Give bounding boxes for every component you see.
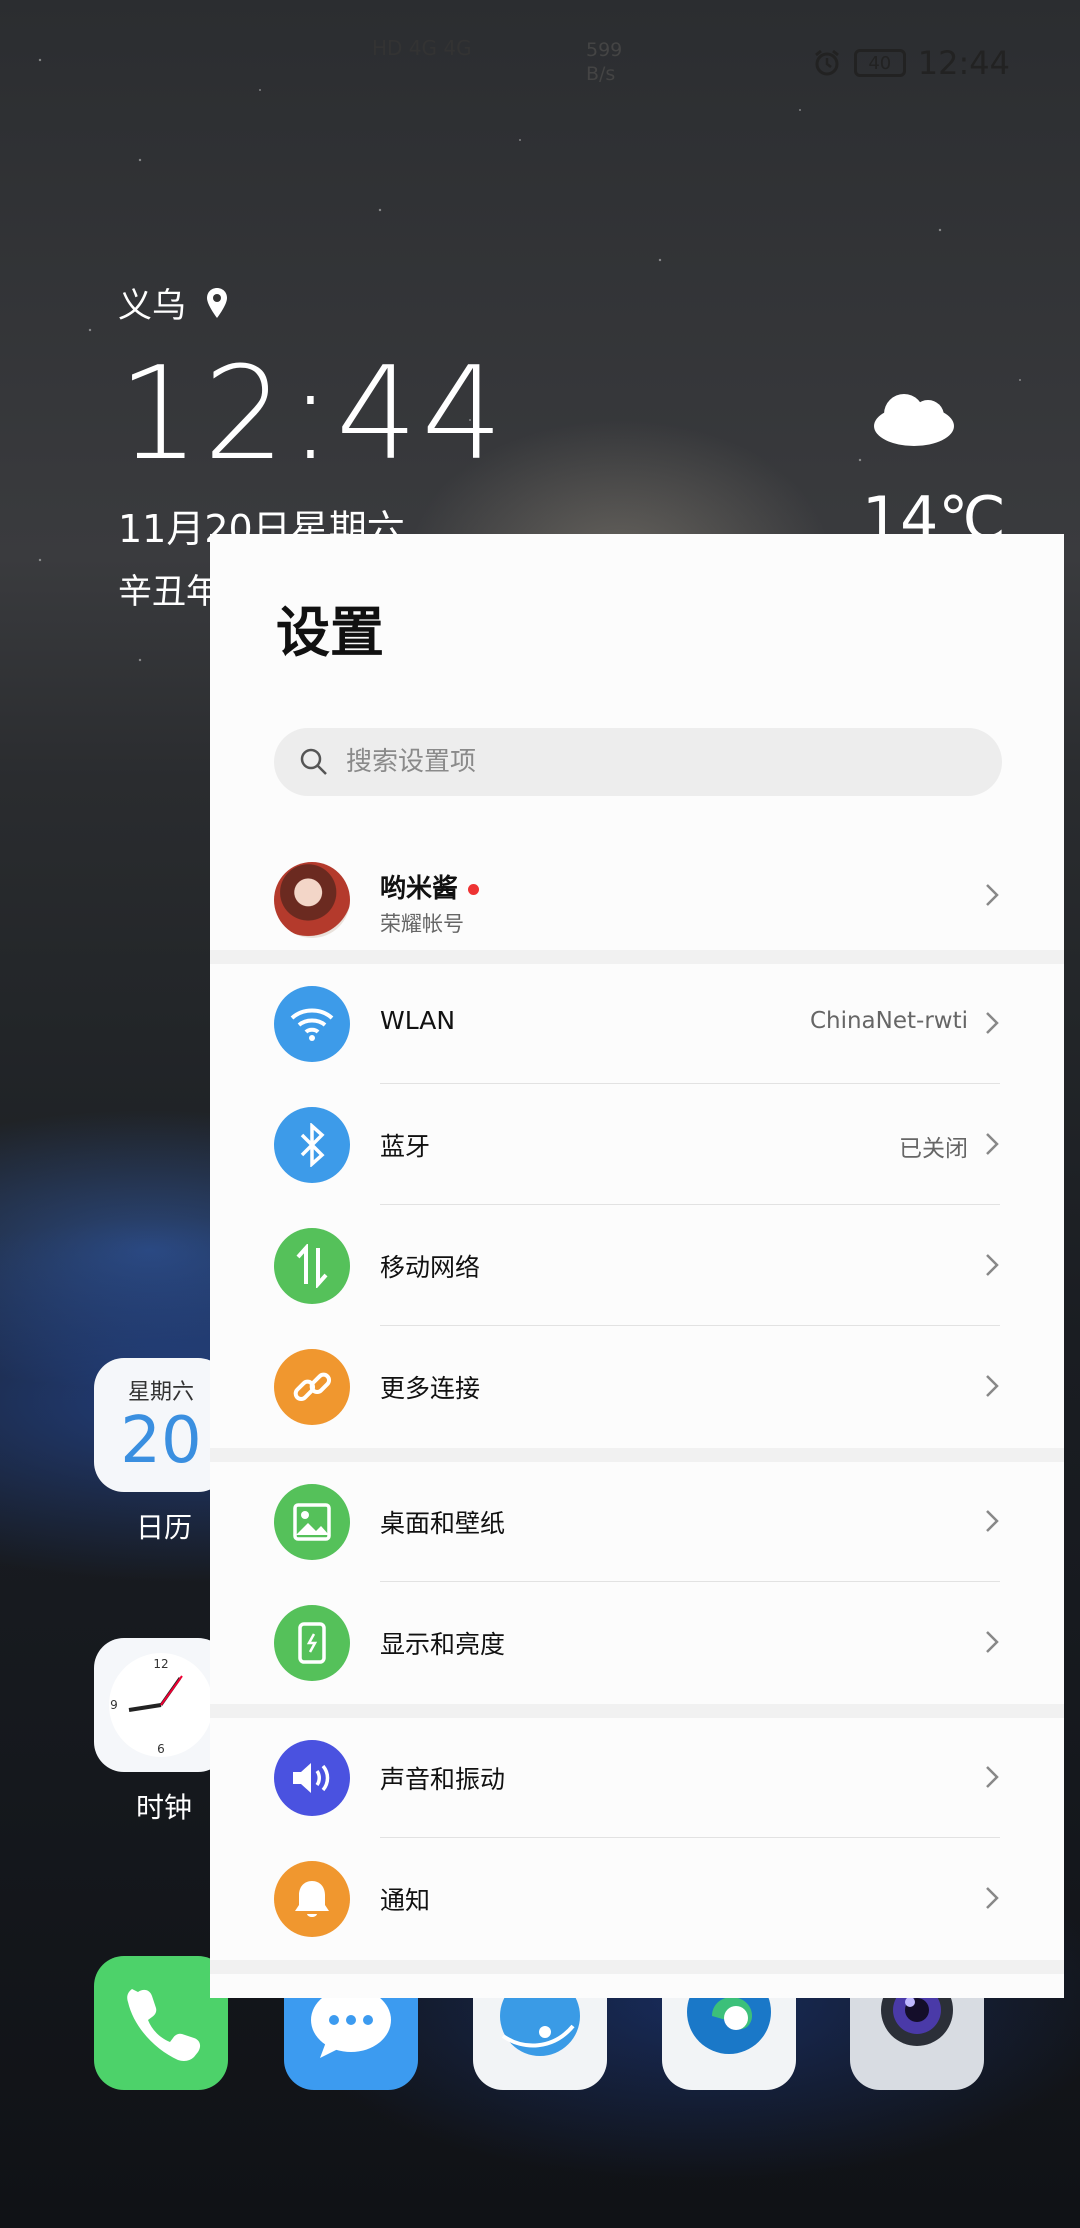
clock-icon[interactable]: 12 6 9	[94, 1638, 228, 1772]
cloud-icon[interactable]	[868, 386, 960, 452]
item-value: 已关闭	[899, 1136, 968, 1162]
display-icon	[274, 1605, 350, 1681]
item-label: 声音和振动	[380, 1765, 506, 1794]
section-divider	[210, 1448, 1064, 1462]
search-icon	[300, 748, 327, 775]
settings-item-more-connections[interactable]: 更多连接	[210, 1327, 1064, 1447]
network-speed: 599 B/s	[586, 39, 623, 85]
page-title: 设置	[276, 601, 384, 664]
wallpaper-icon	[274, 1484, 350, 1560]
mobile-data-icon	[274, 1228, 350, 1304]
search-input[interactable]	[344, 746, 948, 778]
city-name: 义乌	[118, 286, 186, 326]
item-label: 蓝牙	[380, 1132, 431, 1161]
home-lunar-date: 辛丑年	[118, 572, 220, 612]
search-bar[interactable]	[274, 728, 1002, 796]
chevron-right-icon	[986, 1766, 999, 1788]
item-value: ChinaNet-rwti	[809, 1008, 968, 1034]
account-subtitle: 荣耀帐号	[380, 912, 464, 936]
item-label: 通知	[380, 1886, 431, 1915]
network-indicator: HD 4G 4G	[372, 36, 472, 60]
chevron-right-icon	[986, 1012, 999, 1034]
battery-icon: 40	[853, 49, 906, 77]
item-label: 移动网络	[380, 1253, 481, 1282]
calendar-icon[interactable]: 星期六 20	[94, 1358, 228, 1492]
wifi-icon	[274, 986, 350, 1062]
settings-item-bluetooth[interactable]: 蓝牙 已关闭	[210, 1085, 1064, 1205]
chevron-right-icon	[986, 1510, 999, 1532]
network-label: HD 4G 4G	[372, 36, 472, 60]
section-divider	[210, 950, 1064, 964]
item-label: 显示和亮度	[380, 1630, 506, 1659]
section-divider	[210, 1960, 1064, 1974]
link-icon	[274, 1349, 350, 1425]
item-label: WLAN	[380, 1006, 456, 1035]
alarm-icon	[814, 49, 839, 76]
chevron-right-icon	[986, 1375, 999, 1397]
settings-item-sound-vibration[interactable]: 声音和振动	[210, 1718, 1064, 1838]
phone-icon[interactable]	[94, 1956, 228, 2090]
location-pin-icon	[207, 287, 227, 318]
section-divider	[210, 1704, 1064, 1718]
chevron-right-icon	[986, 1254, 999, 1276]
settings-window[interactable]: 设置 哟米酱 荣耀帐号 WLAN ChinaNet-rwti 蓝牙 已关闭	[210, 534, 1064, 1998]
item-label: 更多连接	[380, 1374, 481, 1403]
bell-icon	[274, 1861, 350, 1937]
svg-text:6: 6	[157, 1742, 165, 1756]
chevron-right-icon	[986, 1887, 999, 1909]
chevron-right-icon	[986, 1133, 999, 1155]
notification-dot	[468, 884, 480, 895]
avatar[interactable]	[274, 862, 350, 938]
account-row[interactable]: 哟米酱 荣耀帐号	[210, 830, 1064, 960]
row-divider	[380, 1083, 1000, 1084]
status-right: 40 12:44	[812, 44, 1010, 82]
row-divider	[380, 1204, 1000, 1205]
settings-item-display-brightness[interactable]: 显示和亮度	[210, 1583, 1064, 1703]
sound-icon	[274, 1740, 350, 1816]
svg-text:12: 12	[153, 1657, 168, 1671]
bluetooth-icon	[274, 1107, 350, 1183]
account-name: 哟米酱	[380, 874, 459, 904]
chevron-right-icon	[986, 1631, 999, 1653]
row-divider	[380, 1581, 1000, 1582]
status-time: 12:44	[917, 44, 1010, 82]
settings-item-mobile-network[interactable]: 移动网络	[210, 1206, 1064, 1326]
home-clock[interactable]: 12:44	[118, 340, 507, 489]
settings-item-notifications[interactable]: 通知	[210, 1839, 1064, 1959]
chevron-right-icon	[986, 884, 999, 906]
svg-text:9: 9	[110, 1698, 118, 1712]
settings-item-wlan[interactable]: WLAN ChinaNet-rwti	[210, 964, 1064, 1084]
location-label: 义乌	[118, 278, 230, 327]
row-divider	[380, 1837, 1000, 1838]
settings-item-desktop-wallpaper[interactable]: 桌面和壁纸	[210, 1462, 1064, 1582]
status-bar: HD 4G 4G 599 B/s 40 12:44	[0, 0, 1080, 120]
row-divider	[380, 1325, 1000, 1326]
item-label: 桌面和壁纸	[380, 1509, 506, 1538]
